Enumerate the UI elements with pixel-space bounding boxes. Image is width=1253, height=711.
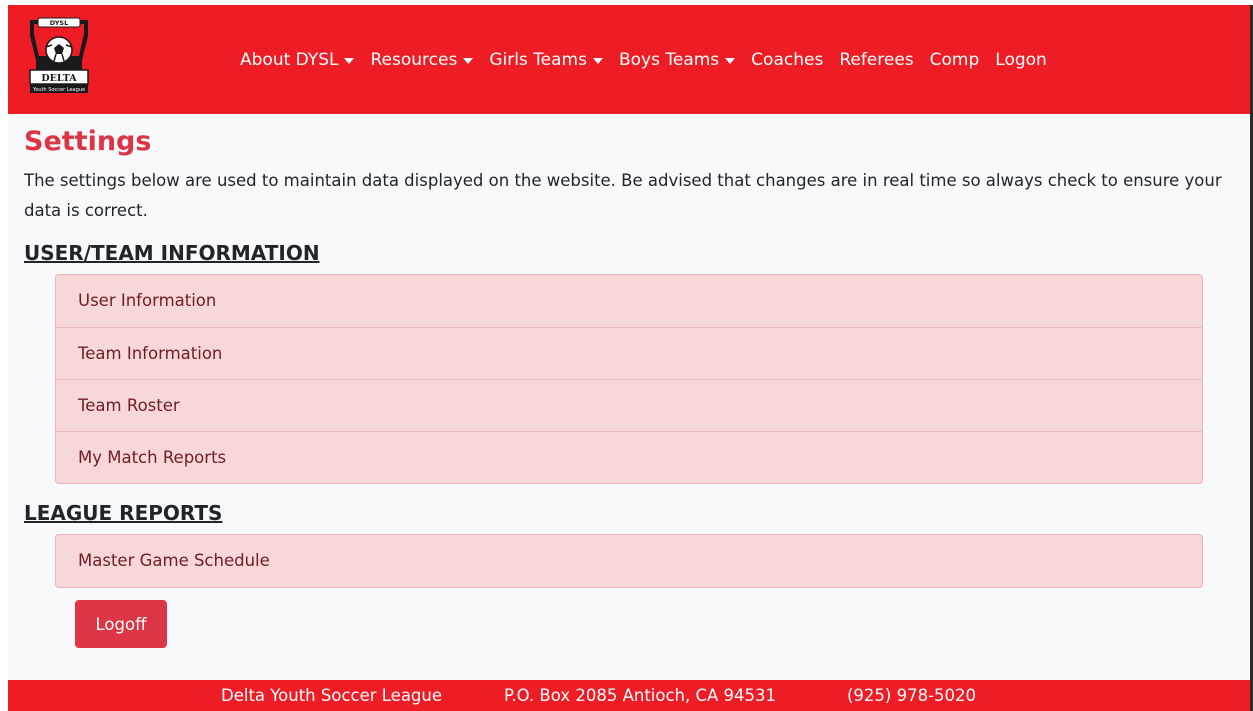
section-title-league-reports: LEAGUE REPORTS [24,501,223,525]
caret-down-icon [344,57,355,64]
nav-label: Logon [995,49,1047,70]
footer-phone: (925) 978-5020 [847,686,977,705]
list-item-team-information[interactable]: Team Information [56,327,1202,379]
svg-text:DELTA: DELTA [41,73,77,84]
caret-down-icon [463,57,474,64]
dysl-logo[interactable]: DYSL DELTA Youth Soccer League [24,14,94,100]
logoff-button[interactable]: Logoff [75,600,167,648]
nav-girls-teams[interactable]: Girls Teams [481,44,611,76]
nav-label: Comp [929,49,980,70]
list-item-master-game-schedule[interactable]: Master Game Schedule [56,535,1202,587]
footer: Delta Youth Soccer League P.O. Box 2085 … [8,680,1253,711]
caret-down-icon [725,57,736,64]
nav-referees[interactable]: Referees [831,44,921,76]
svg-text:Youth Soccer League: Youth Soccer League [32,87,85,93]
list-item-user-information[interactable]: User Information [56,275,1202,327]
nav-label: Referees [839,49,914,70]
nav-label: Boys Teams [618,49,720,70]
nav-coaches[interactable]: Coaches [743,44,831,76]
list-item-team-roster[interactable]: Team Roster [56,379,1202,431]
top-navbar: DYSL DELTA Youth Soccer League About DYS… [8,5,1253,114]
list-item-my-match-reports[interactable]: My Match Reports [56,431,1202,483]
main-nav: About DYSL Resources Girls Teams Boys Te… [232,5,1055,114]
nav-label: Girls Teams [489,49,587,70]
main-content: Settings The settings below are used to … [24,114,1239,648]
nav-label: Resources [370,49,458,70]
page-description: The settings below are used to maintain … [24,171,1222,220]
user-team-list: User Information Team Information Team R… [55,274,1203,484]
league-reports-list: Master Game Schedule [55,534,1203,588]
footer-org-name: Delta Youth Soccer League [221,686,443,705]
footer-address: P.O. Box 2085 Antioch, CA 94531 [504,686,777,705]
nav-logon[interactable]: Logon [987,44,1055,76]
svg-text:DYSL: DYSL [50,19,68,27]
nav-resources[interactable]: Resources [362,44,481,76]
page-title: Settings [24,126,152,157]
page-frame: DYSL DELTA Youth Soccer League About DYS… [8,5,1253,711]
nav-boys-teams[interactable]: Boys Teams [611,44,743,76]
nav-about-dysl[interactable]: About DYSL [232,44,362,76]
nav-comp[interactable]: Comp [922,44,988,76]
nav-label: Coaches [751,49,824,70]
nav-label: About DYSL [240,49,339,70]
section-title-user-team: USER/TEAM INFORMATION [24,241,320,265]
caret-down-icon [592,57,603,64]
